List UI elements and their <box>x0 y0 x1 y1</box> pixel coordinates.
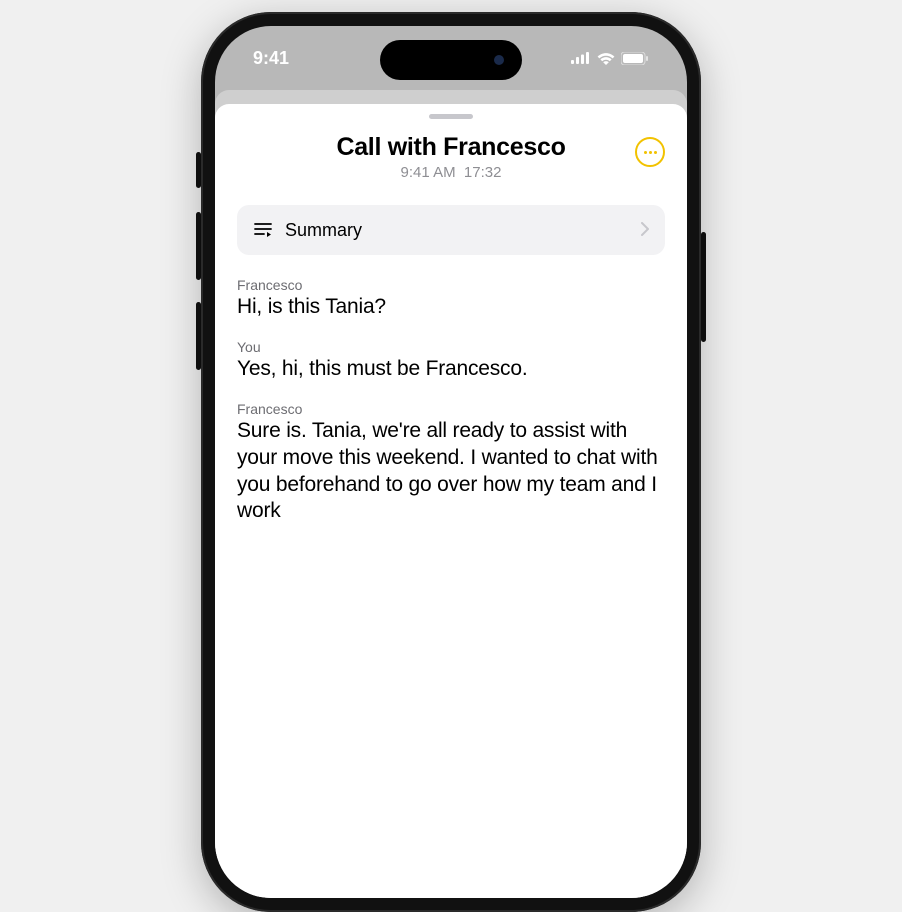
volume-up-button <box>196 212 201 280</box>
front-camera <box>494 55 504 65</box>
call-time: 9:41 AM <box>401 164 456 181</box>
summary-icon <box>253 222 273 238</box>
speaker-label: Francesco <box>237 401 665 417</box>
transcript-entry: You Yes, hi, this must be Francesco. <box>237 339 665 383</box>
sheet-grabber[interactable] <box>429 114 473 119</box>
transcript-entry: Francesco Sure is. Tania, we're all read… <box>237 401 665 526</box>
call-duration: 17:32 <box>464 164 502 181</box>
chevron-right-icon <box>641 220 649 241</box>
status-time: 9:41 <box>253 48 289 69</box>
summary-label: Summary <box>285 220 629 241</box>
call-detail-sheet: Call with Francesco 9:41 AM 17:32 Summar… <box>215 104 687 898</box>
summary-row[interactable]: Summary <box>237 205 665 255</box>
status-indicators <box>571 52 649 65</box>
cellular-icon <box>571 52 591 64</box>
battery-icon <box>621 52 649 65</box>
speaker-label: You <box>237 339 665 355</box>
call-subtitle: 9:41 AM 17:32 <box>237 164 665 181</box>
call-title: Call with Francesco <box>237 133 665 162</box>
volume-down-button <box>196 302 201 370</box>
phone-frame: 9:41 <box>201 12 701 912</box>
more-options-button[interactable] <box>635 137 665 167</box>
transcript: Francesco Hi, is this Tania? You Yes, hi… <box>237 277 665 525</box>
speaker-label: Francesco <box>237 277 665 293</box>
power-button <box>701 232 706 342</box>
transcript-text: Hi, is this Tania? <box>237 294 665 321</box>
dynamic-island <box>380 40 522 80</box>
wifi-icon <box>597 52 615 65</box>
transcript-entry: Francesco Hi, is this Tania? <box>237 277 665 321</box>
sheet-header: Call with Francesco 9:41 AM 17:32 <box>237 133 665 181</box>
transcript-text: Sure is. Tania, we're all ready to assis… <box>237 418 665 526</box>
transcript-text: Yes, hi, this must be Francesco. <box>237 356 665 383</box>
screen: 9:41 <box>215 26 687 898</box>
silent-switch <box>196 152 201 188</box>
